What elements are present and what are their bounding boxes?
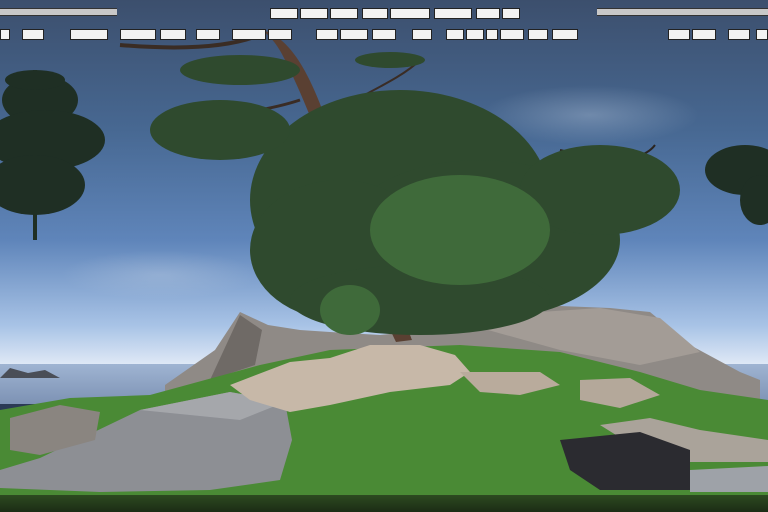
label-box xyxy=(372,29,396,40)
label-box xyxy=(316,29,338,40)
label-box xyxy=(330,8,358,19)
label-box xyxy=(692,29,716,40)
label-box xyxy=(756,29,768,40)
label-box xyxy=(390,8,430,19)
stone-path-right xyxy=(690,466,768,492)
left-tree xyxy=(0,70,105,240)
label-box xyxy=(728,29,750,40)
top-bar-left xyxy=(0,8,117,16)
label-box xyxy=(270,8,298,19)
label-box xyxy=(552,29,578,40)
label-box xyxy=(502,8,520,19)
label-box xyxy=(434,8,472,19)
top-label-strip xyxy=(0,0,768,48)
panorama-scene xyxy=(0,0,768,512)
label-box xyxy=(362,8,388,19)
label-box xyxy=(70,29,108,40)
label-box xyxy=(528,29,548,40)
label-box xyxy=(120,29,156,40)
label-box xyxy=(196,29,220,40)
label-box xyxy=(476,8,500,19)
label-box xyxy=(668,29,690,40)
label-box xyxy=(340,29,368,40)
label-box xyxy=(300,8,328,19)
label-box xyxy=(412,29,432,40)
label-box xyxy=(160,29,186,40)
top-bar-right xyxy=(597,8,768,16)
label-box xyxy=(466,29,484,40)
label-box xyxy=(486,29,498,40)
label-box xyxy=(446,29,464,40)
label-box xyxy=(268,29,292,40)
bottom-grass-band xyxy=(0,495,768,512)
landscape-svg xyxy=(0,30,768,512)
label-box xyxy=(500,29,524,40)
right-tree xyxy=(705,145,768,225)
label-box xyxy=(232,29,266,40)
label-box xyxy=(0,29,10,40)
sea-rock xyxy=(0,368,60,378)
label-box xyxy=(22,29,44,40)
